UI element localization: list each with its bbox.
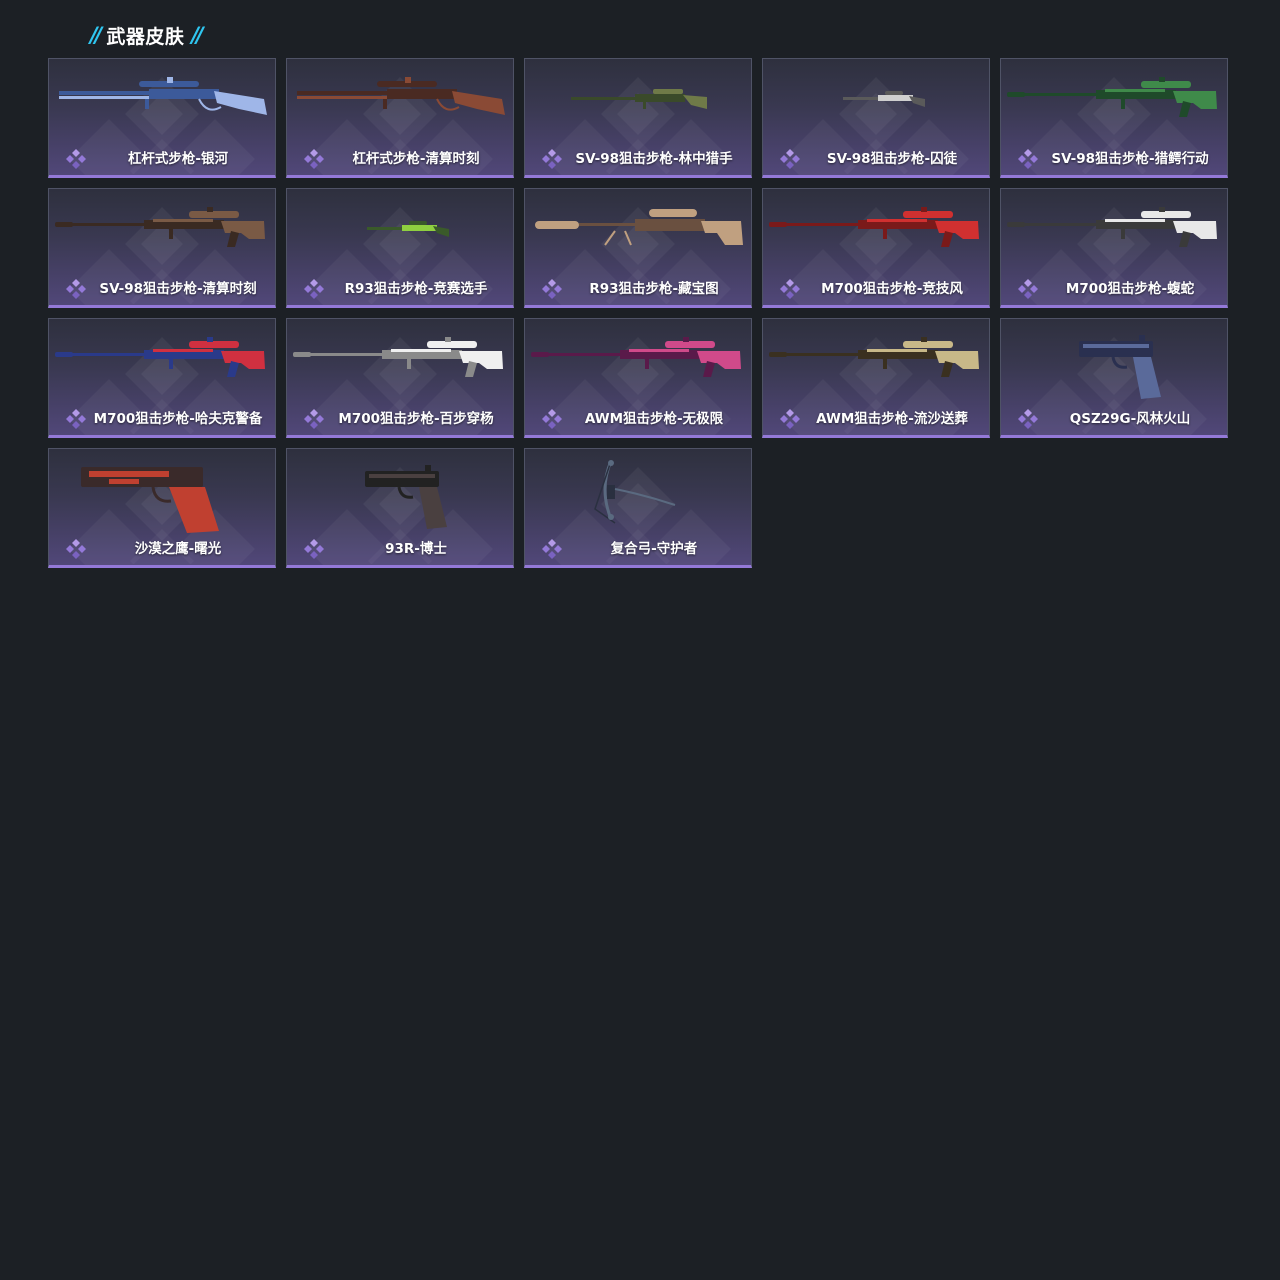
- skin-name-label: SV-98狙击步枪-猎鳄行动: [1051, 151, 1209, 167]
- skin-card[interactable]: SV-98狙击步枪-猎鳄行动: [1000, 58, 1228, 178]
- slash-decoration-right: //: [191, 23, 203, 47]
- skin-card[interactable]: 复合弓-守护者: [524, 448, 752, 568]
- rarity-diamond-icon: [304, 149, 324, 169]
- skin-card[interactable]: 杠杆式步枪-清算时刻: [286, 58, 514, 178]
- skin-name-label: 93R-博士: [385, 541, 447, 557]
- sniper-rifle-icon: [1007, 77, 1217, 117]
- rarity-diamond-icon: [780, 279, 800, 299]
- skin-name-label: SV-98狙击步枪-林中猎手: [575, 151, 733, 167]
- skin-name-label: QSZ29G-风林火山: [1069, 411, 1191, 427]
- skin-name-label: M700狙击步枪-哈夫克警备: [93, 411, 263, 427]
- skin-card[interactable]: QSZ29G-风林火山: [1000, 318, 1228, 438]
- rarity-diamond-icon: [542, 409, 562, 429]
- rarity-diamond-icon: [304, 279, 324, 299]
- sniper-rifle-icon: [535, 209, 743, 246]
- sniper-rifle-icon: [367, 221, 449, 237]
- rarity-diamond-icon: [304, 409, 324, 429]
- rarity-diamond-icon: [66, 149, 86, 169]
- rarity-diamond-icon: [780, 409, 800, 429]
- skin-card[interactable]: AWM狙击步枪-流沙送葬: [762, 318, 990, 438]
- sniper-rifle-icon: [55, 337, 265, 377]
- slash-decoration-left: //: [90, 23, 102, 47]
- skin-name-label: M700狙击步枪-百步穿杨: [338, 411, 494, 427]
- sniper-rifle-icon: [1007, 207, 1217, 247]
- pistol-icon: [81, 467, 219, 533]
- skin-card[interactable]: R93狙击步枪-藏宝图: [524, 188, 752, 308]
- sniper-rifle-icon: [571, 89, 707, 109]
- compound-bow-icon: [594, 460, 676, 524]
- rarity-diamond-icon: [304, 539, 324, 559]
- section-title: 武器皮肤: [106, 25, 185, 48]
- skin-name-label: 沙漠之鹰-曙光: [134, 541, 222, 557]
- rarity-diamond-icon: [1018, 409, 1038, 429]
- skin-card[interactable]: M700狙击步枪-哈夫克警备: [48, 318, 276, 438]
- skin-name-label: 复合弓-守护者: [610, 541, 698, 557]
- skin-card[interactable]: 杠杆式步枪-银河: [48, 58, 276, 178]
- rarity-diamond-icon: [1018, 279, 1038, 299]
- skin-card[interactable]: 93R-博士: [286, 448, 514, 568]
- rarity-diamond-icon: [66, 539, 86, 559]
- skin-grid: 杠杆式步枪-银河 杠杆式步枪-清算时刻 SV-98狙击步枪-林中猎手 SV-98…: [48, 58, 1228, 568]
- skin-name-label: R93狙击步枪-藏宝图: [589, 281, 719, 297]
- skin-name-label: 杠杆式步枪-清算时刻: [352, 151, 480, 167]
- weapon-skins-page: // 武器皮肤 // 杠杆式步枪-银河 杠杆式步枪-清算时刻 SV-98狙击步枪…: [0, 0, 1280, 1280]
- skin-name-label: 杠杆式步枪-银河: [127, 151, 229, 167]
- rarity-diamond-icon: [66, 279, 86, 299]
- skin-card[interactable]: M700狙击步枪-蝮蛇: [1000, 188, 1228, 308]
- skin-name-label: AWM狙击步枪-无极限: [584, 411, 724, 427]
- section-header: // 武器皮肤 //: [90, 20, 204, 50]
- sniper-rifle-icon: [531, 337, 741, 377]
- sniper-rifle-icon: [843, 91, 925, 107]
- rarity-diamond-icon: [542, 149, 562, 169]
- skin-card[interactable]: M700狙击步枪-百步穿杨: [286, 318, 514, 438]
- lever-rifle-icon: [59, 77, 267, 115]
- skin-name-label: M700狙击步枪-竞技风: [821, 281, 963, 297]
- skin-card[interactable]: SV-98狙击步枪-清算时刻: [48, 188, 276, 308]
- rarity-diamond-icon: [1018, 149, 1038, 169]
- sniper-rifle-icon: [769, 337, 979, 377]
- skin-name-label: SV-98狙击步枪-清算时刻: [99, 281, 257, 297]
- rarity-diamond-icon: [780, 149, 800, 169]
- sniper-rifle-icon: [55, 207, 265, 247]
- skin-name-label: AWM狙击步枪-流沙送葬: [816, 411, 968, 427]
- skin-name-label: SV-98狙击步枪-囚徒: [826, 151, 958, 167]
- pistol-icon: [365, 465, 447, 529]
- skin-name-label: R93狙击步枪-竞赛选手: [344, 281, 488, 297]
- pistol-icon: [1079, 335, 1161, 399]
- skin-card[interactable]: R93狙击步枪-竞赛选手: [286, 188, 514, 308]
- skin-card[interactable]: SV-98狙击步枪-林中猎手: [524, 58, 752, 178]
- rarity-diamond-icon: [542, 539, 562, 559]
- skin-card[interactable]: 沙漠之鹰-曙光: [48, 448, 276, 568]
- sniper-rifle-icon: [293, 337, 503, 377]
- sniper-rifle-icon: [769, 207, 979, 247]
- rarity-diamond-icon: [66, 409, 86, 429]
- skin-card[interactable]: AWM狙击步枪-无极限: [524, 318, 752, 438]
- skin-card[interactable]: SV-98狙击步枪-囚徒: [762, 58, 990, 178]
- rarity-diamond-icon: [542, 279, 562, 299]
- skin-card[interactable]: M700狙击步枪-竞技风: [762, 188, 990, 308]
- lever-rifle-icon: [297, 77, 505, 115]
- skin-name-label: M700狙击步枪-蝮蛇: [1065, 281, 1195, 297]
